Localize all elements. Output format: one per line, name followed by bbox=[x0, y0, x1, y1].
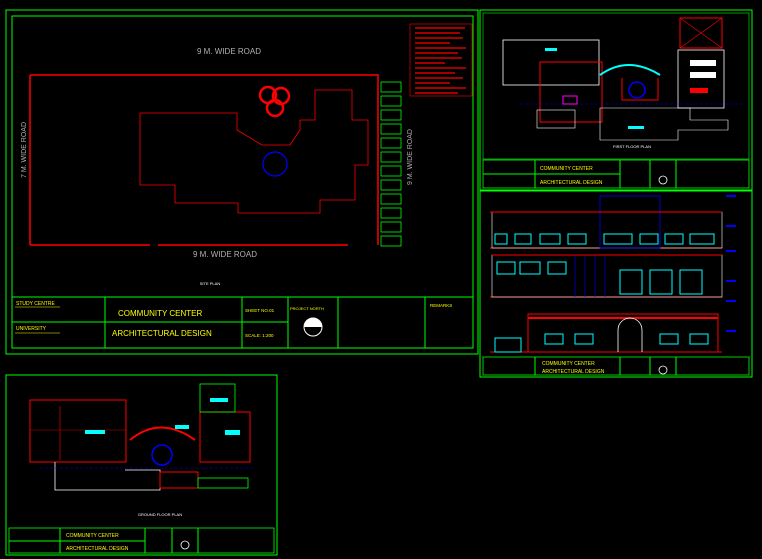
project-north-label: PROJECT NORTH bbox=[290, 306, 324, 311]
ground-floor-plan-drawing bbox=[29, 383, 255, 491]
sheet-number: SHEET NO.01 bbox=[245, 308, 275, 313]
building-footprint bbox=[139, 89, 369, 214]
project-title: COMMUNITY CENTER bbox=[118, 309, 203, 318]
level-markers bbox=[726, 195, 736, 332]
first-floor-plan-drawing bbox=[502, 17, 745, 141]
trefoil-feature bbox=[258, 85, 291, 118]
drawing-canvas: 9 M. WIDE ROAD 9 M. WIDE ROAD 7 M. WIDE … bbox=[5, 9, 753, 556]
road-label-top: 9 M. WIDE ROAD bbox=[197, 47, 261, 56]
ground-floor-project-title: COMMUNITY CENTER bbox=[66, 533, 119, 539]
north-arrow-icon bbox=[658, 175, 668, 185]
elevation-subject-title: ARCHITECTURAL DESIGN bbox=[542, 369, 605, 375]
side-elevation bbox=[490, 254, 723, 298]
front-elevation bbox=[490, 195, 723, 249]
north-arrow-icon bbox=[658, 365, 668, 375]
scale-label: SCALE: 1:200 bbox=[245, 333, 274, 338]
remarks-label: REMARKS bbox=[430, 303, 452, 308]
site-plan-caption: SITE PLAN bbox=[200, 281, 221, 286]
first-floor-caption: FIRST FLOOR PLAN bbox=[613, 144, 651, 149]
ground-floor-title-block bbox=[8, 527, 275, 554]
section-drawing bbox=[490, 313, 722, 353]
road-label-right: 9 M. WIDE ROAD bbox=[407, 129, 414, 185]
site-notes-table bbox=[409, 23, 473, 97]
road-label-left: 7 M. WIDE ROAD bbox=[21, 122, 28, 178]
first-floor-sheet-border bbox=[479, 9, 753, 191]
site-title-block bbox=[11, 296, 474, 349]
ground-floor-caption: GROUND FLOOR PLAN bbox=[138, 512, 182, 517]
university-label: UNIVERSITY bbox=[16, 326, 47, 332]
site-plot-boundary bbox=[29, 74, 379, 246]
first-floor-title-block bbox=[482, 159, 750, 189]
north-arrow-icon bbox=[180, 540, 190, 550]
study-centre-label: STUDY CENTRE bbox=[16, 301, 55, 307]
site-plan-sheet: 9 M. WIDE ROAD 9 M. WIDE ROAD 7 M. WIDE … bbox=[5, 9, 479, 355]
elevation-project-title: COMMUNITY CENTER bbox=[542, 361, 595, 367]
elevation-title-block bbox=[482, 356, 750, 376]
ground-floor-sheet: GROUND FLOOR PLAN COMMUNITY CENTER ARCHI… bbox=[5, 374, 278, 556]
ground-floor-subject-title: ARCHITECTURAL DESIGN bbox=[66, 546, 129, 552]
road-label-bottom: 9 M. WIDE ROAD bbox=[193, 250, 257, 259]
first-floor-project-title: COMMUNITY CENTER bbox=[540, 166, 593, 172]
subject-title: ARCHITECTURAL DESIGN bbox=[112, 329, 212, 338]
first-floor-sheet: FIRST FLOOR PLAN COMMUNITY CENTER ARCHIT… bbox=[479, 9, 753, 191]
circular-court bbox=[262, 151, 288, 177]
parking-bays bbox=[380, 81, 402, 247]
elevation-sheet: COMMUNITY CENTER ARCHITECTURAL DESIGN bbox=[479, 190, 753, 378]
first-floor-subject-title: ARCHITECTURAL DESIGN bbox=[540, 180, 603, 186]
